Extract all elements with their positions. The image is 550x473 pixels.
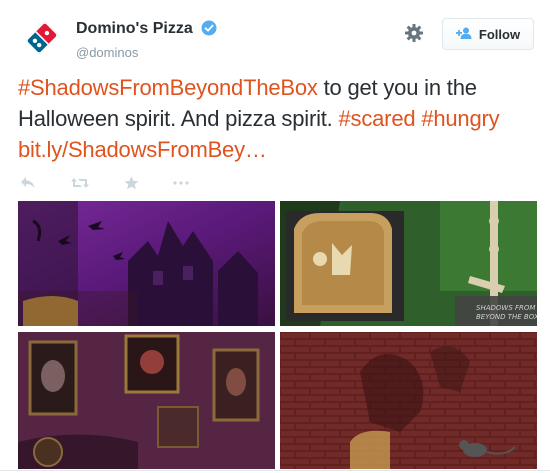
hashtag-link[interactable]: #hungry: [421, 106, 499, 131]
more-dots-icon[interactable]: [173, 181, 189, 185]
follow-label: Follow: [478, 26, 521, 42]
svg-text:BEYOND THE BOX: BEYOND THE BOX: [476, 313, 537, 321]
favorite-star-icon[interactable]: [124, 176, 139, 190]
account-handle[interactable]: @dominos: [76, 45, 217, 60]
gear-icon[interactable]: [404, 23, 424, 43]
media-grid: SHADOWS FROM BEYOND THE BOX: [18, 201, 537, 469]
dominos-logo-icon[interactable]: [18, 14, 66, 62]
account-name[interactable]: Domino's Pizza: [76, 20, 193, 37]
follow-button[interactable]: Follow: [442, 18, 534, 50]
hashtag-link[interactable]: #scared: [339, 106, 416, 131]
media-photo-portraits-wall[interactable]: [18, 332, 275, 469]
retweet-icon[interactable]: [70, 176, 90, 190]
tweet-text: #ShadowsFromBeyondTheBox to get you in t…: [18, 72, 528, 165]
media-photo-brick-wall-rat[interactable]: [280, 332, 537, 469]
tweet-actions: [20, 175, 189, 191]
verified-badge-icon: [201, 20, 217, 41]
tweet-header: Domino's Pizza @dominos Follow: [18, 14, 536, 64]
url-link[interactable]: bit.ly/ShadowsFromBey…: [18, 137, 267, 162]
add-user-icon: [455, 27, 473, 42]
account-names: Domino's Pizza @dominos: [76, 20, 217, 60]
svg-text:SHADOWS FROM: SHADOWS FROM: [476, 304, 535, 312]
reply-icon[interactable]: [20, 176, 36, 190]
hashtag-link[interactable]: #ShadowsFromBeyondTheBox: [18, 75, 318, 100]
media-photo-purple-haunted-house[interactable]: [18, 201, 275, 326]
bottom-divider: [0, 470, 550, 471]
media-photo-tombstone-skeleton[interactable]: SHADOWS FROM BEYOND THE BOX: [280, 201, 537, 326]
